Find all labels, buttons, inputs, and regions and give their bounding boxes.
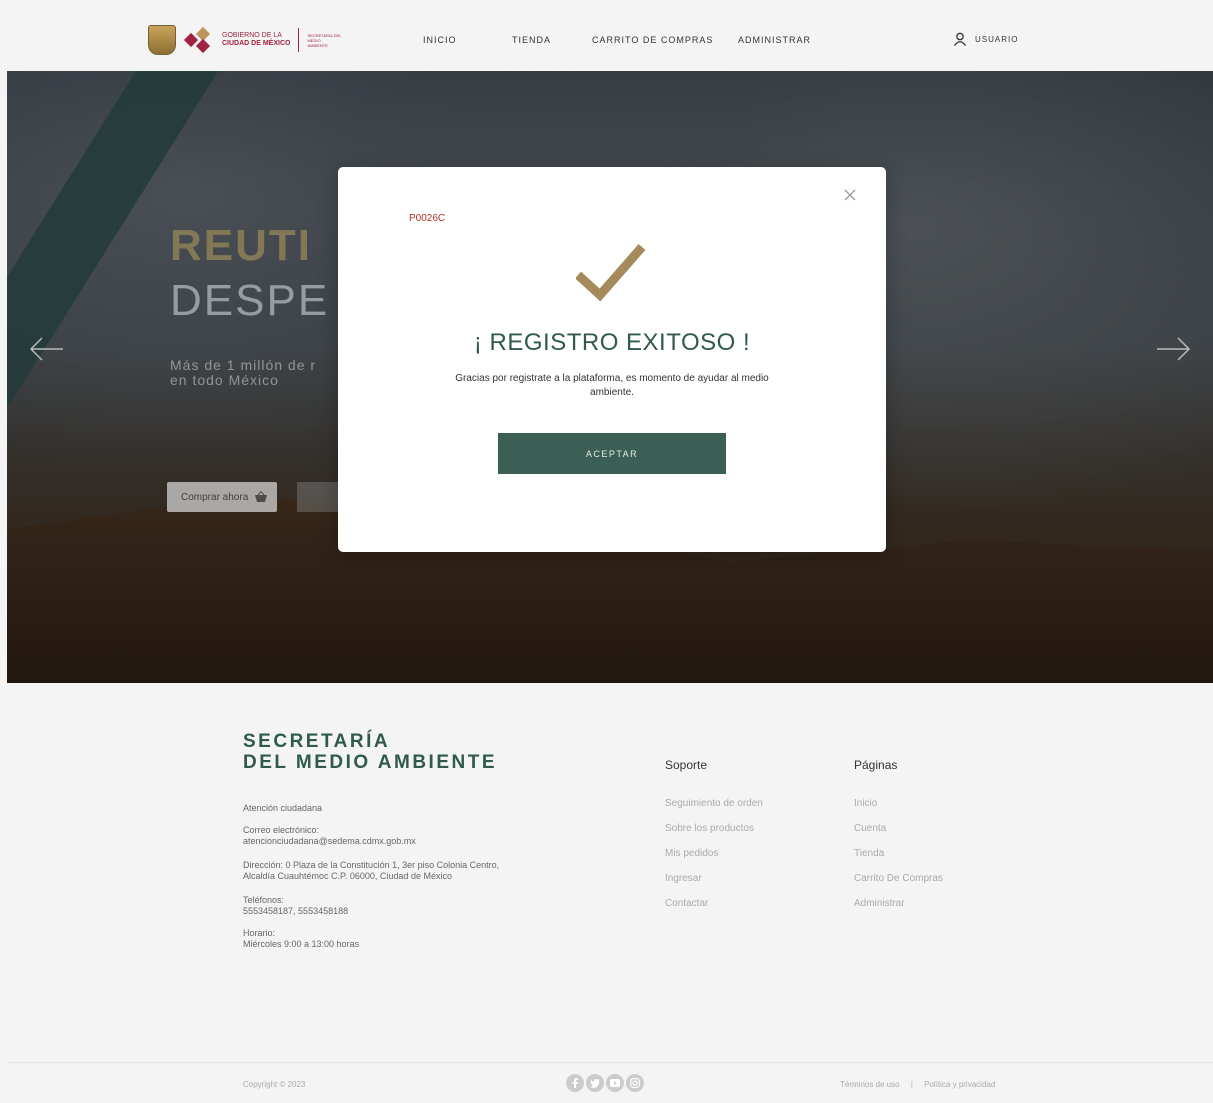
modal-message: Gracias por registrate a la plataforma, … (455, 373, 769, 398)
hero-subtitle: Más de 1 millón de r en todo México (170, 357, 317, 388)
nav-administrar[interactable]: ADMINISTRAR (738, 35, 811, 45)
nav-inicio[interactable]: INICIO (423, 35, 457, 45)
modal-code: P0026C (409, 213, 446, 224)
arrow-right-icon[interactable] (1155, 336, 1191, 362)
logo-divider (298, 28, 300, 52)
footer-title: SECRETARÍA DEL MEDIO AMBIENTE (243, 731, 498, 773)
legal-links: Términos de uso | Política y privacidad (840, 1080, 995, 1089)
support-link-orders[interactable]: Mis pedidos (665, 848, 718, 859)
user-icon (953, 32, 967, 46)
instagram-icon[interactable] (626, 1074, 644, 1092)
hero-title: REUTI (170, 221, 312, 270)
legal-separator: | (910, 1080, 913, 1089)
site-footer: SECRETARÍA DEL MEDIO AMBIENTE Atención c… (7, 684, 1213, 1102)
pages-link-administrar[interactable]: Administrar (854, 898, 905, 909)
success-modal: P0026C ¡ REGISTRO EXITOSO ! Gracias por … (338, 167, 886, 552)
user-label: USUARIO (975, 34, 1019, 44)
buy-now-button[interactable]: Comprar ahora (167, 482, 277, 512)
accept-button[interactable]: ACEPTAR (498, 433, 726, 474)
support-link-login[interactable]: Ingresar (665, 873, 702, 884)
footer-phones: Teléfonos: 5553458187, 5553458188 (243, 895, 349, 916)
terms-link[interactable]: Términos de uso (840, 1080, 900, 1089)
site-header: GOBIERNO DE LA CIUDAD DE MÉXICO SECRETAR… (7, 8, 1213, 72)
footer-email: Correo electrónico: atencionciudadana@se… (243, 825, 416, 847)
support-link-contact[interactable]: Contactar (665, 898, 708, 909)
pages-link-tienda[interactable]: Tienda (854, 848, 884, 859)
nav-tienda[interactable]: TIENDA (512, 35, 551, 45)
pages-link-inicio[interactable]: Inicio (854, 798, 877, 809)
user-menu[interactable]: USUARIO (953, 32, 1018, 46)
checkmark-icon (576, 244, 646, 301)
cdmx-logo-icon (183, 26, 214, 54)
secretaria-logo-text: SECRETARÍA DEL MEDIO AMBIENTE (307, 32, 342, 48)
support-link-order-tracking[interactable]: Seguimiento de orden (665, 798, 763, 809)
footer-address: Dirección: 0 Plaza de la Constitución 1,… (243, 860, 500, 881)
arrow-left-icon[interactable] (29, 336, 65, 362)
close-icon[interactable] (842, 187, 858, 203)
pages-heading: Páginas (854, 758, 898, 772)
modal-title: ¡ REGISTRO EXITOSO ! (473, 329, 751, 356)
youtube-icon[interactable] (606, 1074, 624, 1092)
copyright: Copyright © 2023 (243, 1080, 306, 1089)
twitter-icon[interactable] (586, 1074, 604, 1092)
basket-icon (255, 491, 268, 502)
support-link-products[interactable]: Sobre los productos (665, 823, 754, 834)
social-links (566, 1074, 644, 1092)
pages-link-cuenta[interactable]: Cuenta (854, 823, 886, 834)
hero-title-2: DESPE (170, 276, 330, 325)
nav-carrito[interactable]: CARRITO DE COMPRAS (592, 35, 713, 45)
gov-logo-text: GOBIERNO DE LA CIUDAD DE MÉXICO (222, 32, 291, 47)
facebook-icon[interactable] (566, 1074, 584, 1092)
footer-schedule: Horario: Miércoles 9:00 a 13:00 horas (243, 928, 360, 949)
logo[interactable]: GOBIERNO DE LA CIUDAD DE MÉXICO SECRETAR… (148, 24, 341, 56)
pages-link-carrito[interactable]: Carrito De Compras (854, 873, 943, 884)
privacy-link[interactable]: Política y privacidad (924, 1080, 995, 1089)
support-heading: Soporte (665, 758, 708, 772)
email-link[interactable]: atencionciudadana@sedema.cdmx.gob.mx (243, 836, 416, 847)
footer-attention: Atención ciudadana (243, 803, 323, 813)
footer-bottom-bar: Copyright © 2023 Términos de uso | Polít… (7, 1062, 1213, 1103)
coat-of-arms-icon (148, 25, 176, 55)
